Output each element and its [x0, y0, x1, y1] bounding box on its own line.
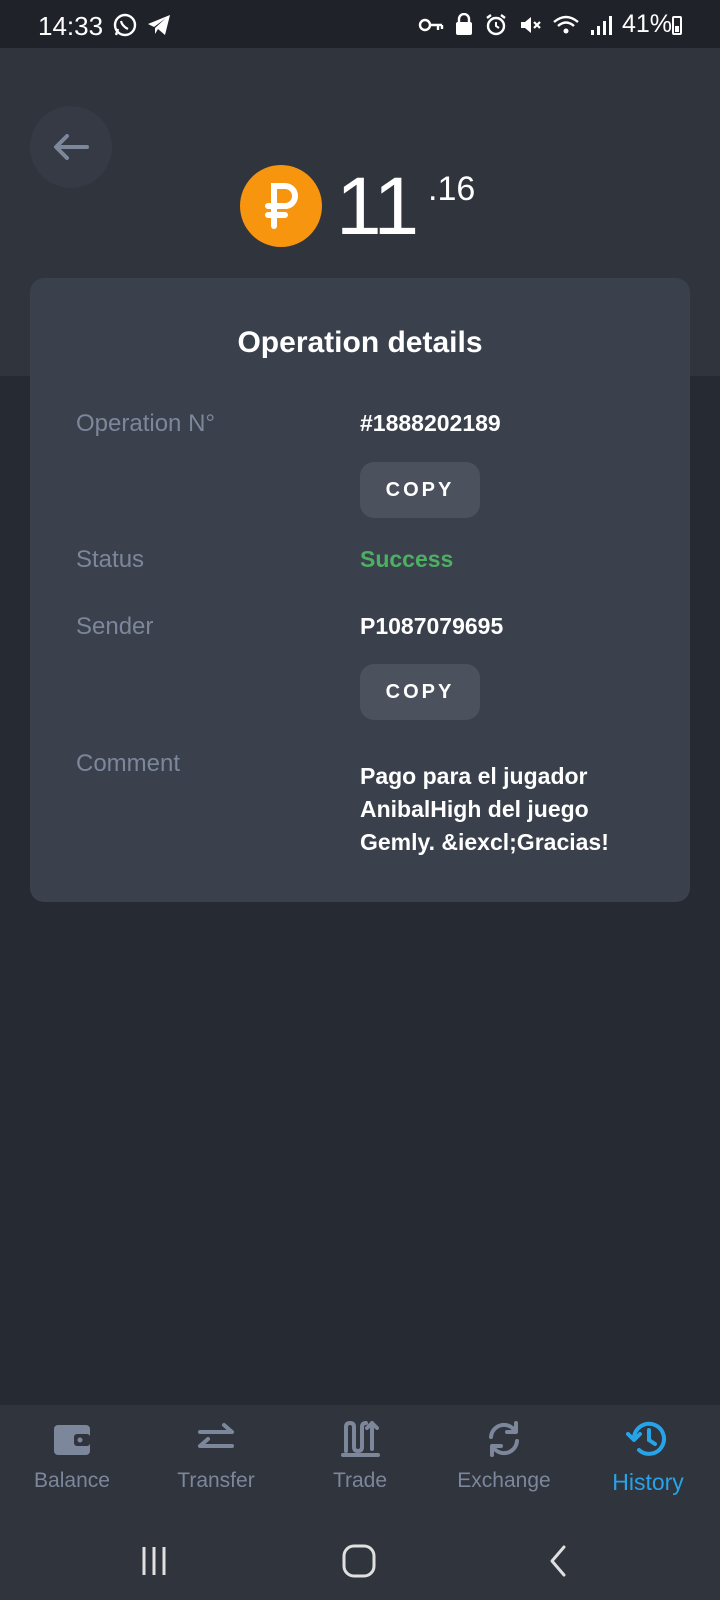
operation-number-value: #1888202189: [360, 410, 501, 436]
key-icon: [418, 18, 444, 31]
battery-icon: [672, 16, 682, 35]
nav-transfer-label: Transfer: [177, 1469, 255, 1492]
trade-icon: [341, 1420, 380, 1457]
comment-value: Pago para el jugador AnibalHigh del jueg…: [360, 763, 609, 855]
history-icon: [626, 1421, 666, 1456]
nav-exchange[interactable]: Exchange: [432, 1417, 576, 1493]
telegram-icon: [148, 15, 170, 35]
operation-details-card: Operation details Operation N° #18882021…: [30, 278, 690, 902]
back-icon[interactable]: [544, 1543, 574, 1579]
nav-balance[interactable]: Balance: [0, 1417, 144, 1493]
operation-number-label: Operation N°: [76, 410, 215, 437]
card-title: Operation details: [237, 326, 483, 359]
copy-sender-button[interactable]: COPY: [360, 664, 480, 720]
mute-icon: [520, 16, 541, 33]
ruble-coin-icon: [240, 165, 322, 247]
status-time: 14:33: [38, 11, 104, 41]
exchange-icon: [489, 1421, 519, 1457]
wifi-icon: [553, 15, 579, 33]
arrow-left-icon: [54, 134, 89, 160]
amount-decimal: .16: [428, 170, 476, 208]
wallet-icon: [54, 1425, 90, 1455]
nav-trade-label: Trade: [332, 1469, 388, 1492]
lock-icon: [455, 12, 472, 35]
nav-history[interactable]: History: [576, 1417, 720, 1496]
amount-integer: 11: [336, 161, 419, 252]
signal-icon: [590, 15, 612, 35]
system-navigation: [0, 1525, 720, 1600]
nav-balance-label: Balance: [34, 1469, 110, 1492]
status-value: Success: [360, 546, 454, 572]
copy-operation-button[interactable]: COPY: [360, 462, 480, 518]
status-label: Status: [76, 546, 145, 573]
recent-apps-icon[interactable]: [136, 1543, 172, 1579]
bottom-navigation: Balance Transfer Trade Exchange History: [0, 1405, 720, 1525]
amount: 11 .16: [0, 160, 720, 252]
sender-value: P1087079695: [360, 613, 504, 639]
sender-label: Sender: [76, 613, 154, 640]
home-icon[interactable]: [340, 1542, 378, 1580]
nav-exchange-label: Exchange: [457, 1469, 551, 1492]
battery-percentage: 41%: [621, 10, 672, 38]
nav-trade[interactable]: Trade: [288, 1417, 432, 1493]
alarm-icon: [486, 13, 506, 35]
nav-history-label: History: [612, 1469, 684, 1495]
transfer-icon: [198, 1423, 234, 1448]
status-bar: 14:33 41%: [0, 0, 720, 48]
whatsapp-icon: [113, 13, 137, 37]
nav-transfer[interactable]: Transfer: [144, 1417, 288, 1493]
comment-label: Comment: [76, 750, 181, 777]
